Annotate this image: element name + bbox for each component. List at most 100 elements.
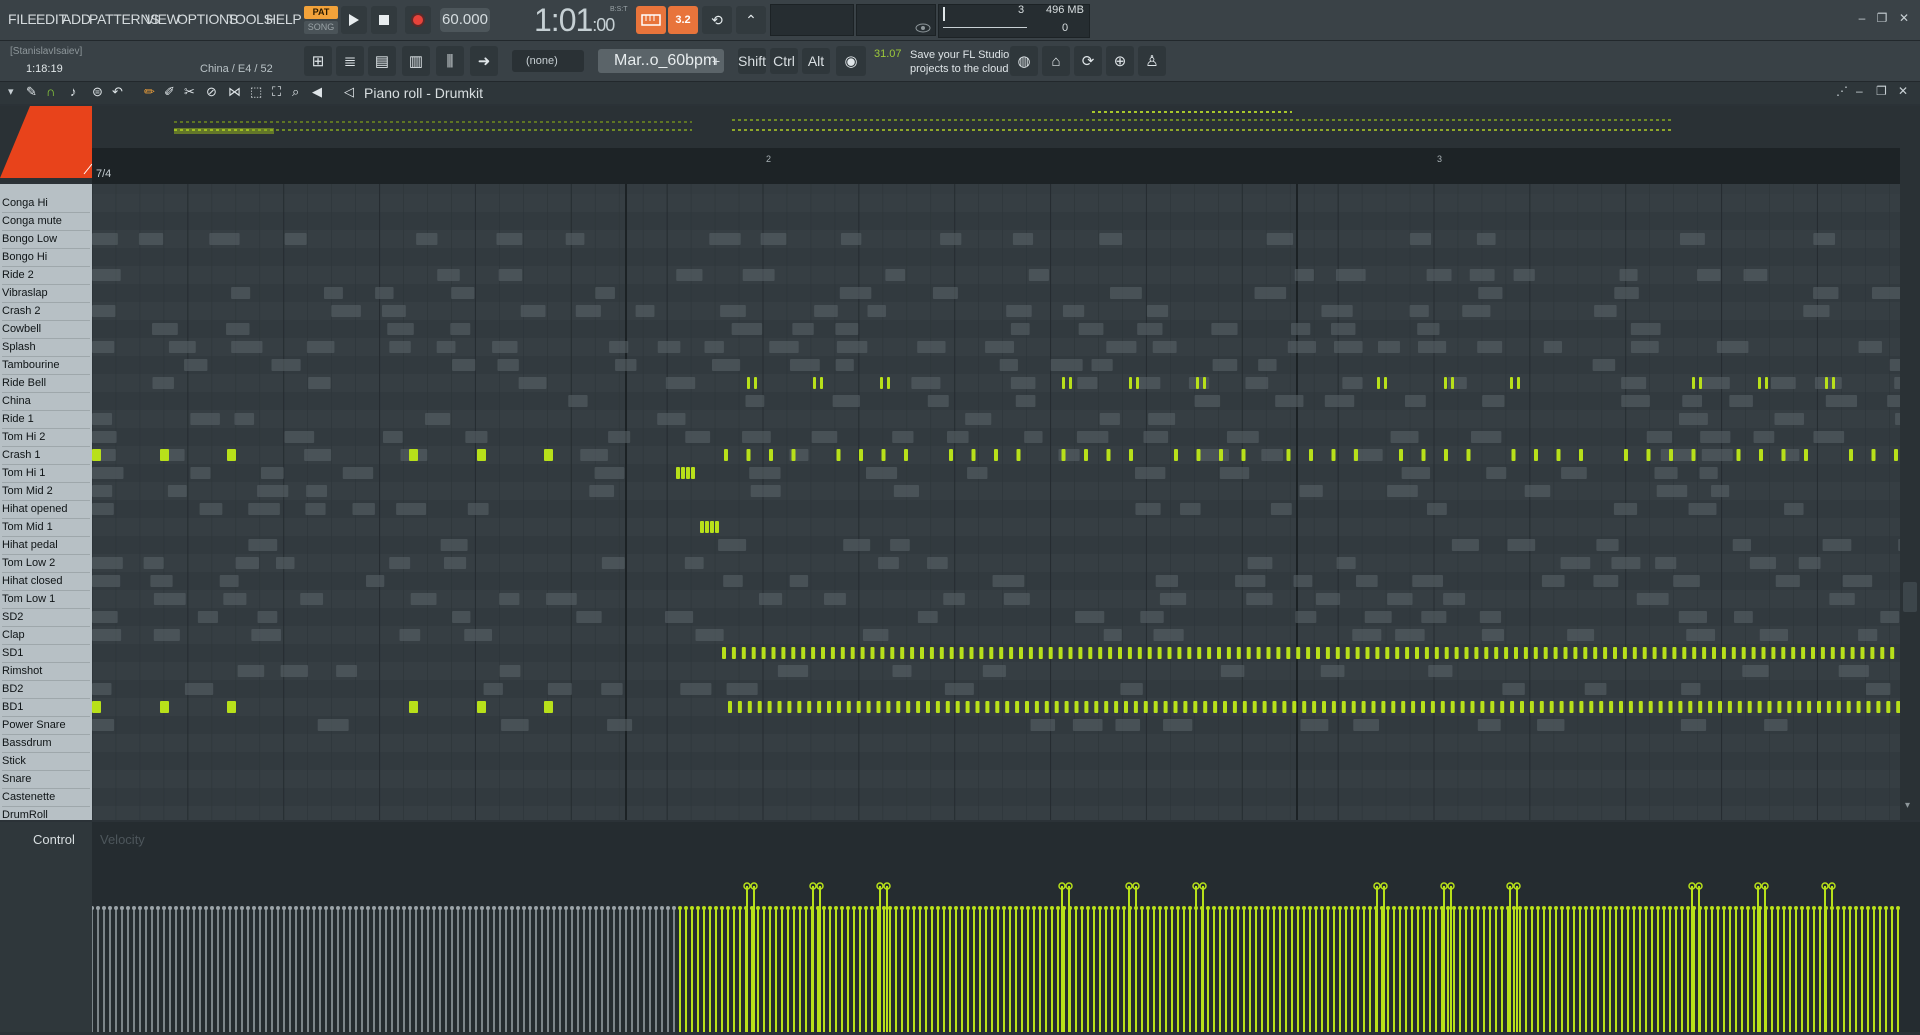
drum-key-label[interactable]: DrumRoll bbox=[2, 806, 90, 820]
pat-mode[interactable]: PAT bbox=[304, 6, 338, 19]
pencil-icon[interactable]: ✏ bbox=[144, 84, 155, 100]
menu-view[interactable]: VIEW bbox=[145, 11, 180, 27]
person-button[interactable]: ♙ bbox=[1138, 46, 1166, 76]
drum-key-label[interactable]: Tambourine bbox=[2, 356, 90, 375]
pr-restore-icon[interactable]: ❐ bbox=[1876, 84, 1887, 98]
select-icon[interactable]: ⬚ bbox=[250, 84, 262, 100]
tempo-display[interactable]: 60.000 bbox=[440, 8, 490, 32]
pr-minimize-icon[interactable]: – bbox=[1856, 84, 1863, 98]
drum-key-label[interactable]: Crash 1 bbox=[2, 446, 90, 465]
record-button[interactable] bbox=[405, 6, 431, 34]
song-position-display[interactable]: 1:01:00 bbox=[534, 2, 615, 39]
drum-key-label[interactable]: Castenette bbox=[2, 788, 90, 807]
hat-button[interactable]: ⌂ bbox=[1042, 46, 1070, 76]
drum-key-label[interactable]: BD1 bbox=[2, 698, 90, 717]
menu-help[interactable]: HELP bbox=[266, 11, 302, 27]
shift-key-button[interactable]: Shift bbox=[738, 48, 766, 74]
drum-key-label[interactable]: Bongo Low bbox=[2, 230, 90, 249]
slice-icon[interactable]: ⋈ bbox=[228, 84, 241, 100]
channel-rack-button[interactable]: ▥ bbox=[402, 46, 430, 76]
undo-icon[interactable]: ↶ bbox=[112, 84, 123, 100]
magnet-icon[interactable]: ∩ bbox=[46, 84, 55, 99]
add-pattern-button[interactable]: + bbox=[712, 49, 726, 73]
metronome-button[interactable]: ⌃ bbox=[736, 6, 766, 34]
drum-key-label[interactable]: Tom Low 2 bbox=[2, 554, 90, 573]
drum-key-label[interactable]: Bongo Hi bbox=[2, 248, 90, 267]
speaker-icon[interactable]: ◁ bbox=[344, 84, 354, 100]
delete-icon[interactable]: ✂ bbox=[184, 84, 195, 100]
drum-key-label[interactable]: Rimshot bbox=[2, 662, 90, 681]
song-mode[interactable]: SONG bbox=[304, 21, 338, 34]
globe-button[interactable]: ◍ bbox=[1010, 46, 1038, 76]
pat-song-toggle[interactable]: PAT SONG bbox=[304, 6, 338, 34]
plugin-picker-button[interactable]: ➜ bbox=[470, 46, 498, 76]
scroll-thumb[interactable] bbox=[1903, 582, 1917, 612]
pr-close-icon[interactable]: ✕ bbox=[1898, 84, 1908, 98]
news-text[interactable]: Save your FL Studio projects to the clou… bbox=[910, 48, 1010, 76]
minimize-button[interactable]: – bbox=[1854, 10, 1870, 26]
control-selector[interactable]: Control bbox=[33, 832, 75, 847]
play-button[interactable] bbox=[341, 6, 367, 34]
restore-button[interactable]: ❐ bbox=[1874, 10, 1890, 26]
drum-key-label[interactable]: Stick bbox=[2, 752, 90, 771]
velocity-lane[interactable] bbox=[90, 832, 1900, 1032]
news-button[interactable]: ◉ bbox=[836, 46, 866, 76]
pattern-overview[interactable] bbox=[92, 106, 1902, 148]
drum-key-label[interactable]: Tom Mid 1 bbox=[2, 518, 90, 537]
drum-key-label[interactable]: Tom Hi 2 bbox=[2, 428, 90, 447]
cpu-meter-button[interactable]: ⟳ bbox=[1074, 46, 1102, 76]
ctrl-key-button[interactable]: Ctrl bbox=[770, 48, 798, 74]
drum-key-label[interactable]: Cowbell bbox=[2, 320, 90, 339]
zoom-icon[interactable]: ⌕ bbox=[292, 84, 299, 100]
drum-key-label[interactable]: Snare bbox=[2, 770, 90, 789]
zoom-select-icon[interactable]: ⛶ bbox=[272, 84, 281, 100]
drum-key-label[interactable]: China bbox=[2, 392, 90, 411]
drum-key-label[interactable]: Tom Low 1 bbox=[2, 590, 90, 609]
pitch-button[interactable]: ⊕ bbox=[1106, 46, 1134, 76]
drum-key-label[interactable]: Tom Mid 2 bbox=[2, 482, 90, 501]
close-button[interactable]: ✕ bbox=[1896, 10, 1912, 26]
step-edit-button[interactable]: 3.2 bbox=[668, 6, 698, 34]
drum-key-label[interactable]: Conga mute bbox=[2, 212, 90, 231]
mute-icon[interactable]: ⊘ bbox=[206, 84, 217, 100]
stamp-icon[interactable]: ⊜ bbox=[92, 84, 103, 100]
scroll-down-icon[interactable]: ▾ bbox=[1905, 800, 1910, 811]
snap-lines-icon[interactable]: ⋰ bbox=[1836, 84, 1848, 98]
playback-icon[interactable]: ◀ bbox=[312, 84, 322, 100]
drum-key-label[interactable]: Hihat pedal bbox=[2, 536, 90, 555]
drum-key-label[interactable]: Ride Bell bbox=[2, 374, 90, 393]
vertical-scrollbar[interactable]: ▾ bbox=[1900, 106, 1920, 820]
drum-key-label[interactable]: Hihat closed bbox=[2, 572, 90, 591]
drum-key-label[interactable]: Crash 2 bbox=[2, 302, 90, 321]
alt-key-button[interactable]: Alt bbox=[802, 48, 830, 74]
piano-roll-title[interactable]: Piano roll - Drumkit bbox=[364, 85, 483, 101]
pattern-name[interactable]: Mar..o_60bpm bbox=[614, 49, 716, 73]
stop-button[interactable] bbox=[371, 6, 397, 34]
browser-button[interactable]: ⫼ bbox=[436, 46, 464, 76]
note-icon[interactable]: ♪ bbox=[70, 84, 77, 99]
drum-key-label[interactable]: Bassdrum bbox=[2, 734, 90, 753]
drum-key-label[interactable]: SD1 bbox=[2, 644, 90, 663]
drum-key-label[interactable]: Tom Hi 1 bbox=[2, 464, 90, 483]
mixer-button[interactable]: ≣ bbox=[336, 46, 364, 76]
drum-key-label[interactable]: Power Snare bbox=[2, 716, 90, 735]
drum-key-label[interactable]: Hihat opened bbox=[2, 500, 90, 519]
drum-key-label[interactable]: Conga Hi bbox=[2, 194, 90, 213]
playlist-button[interactable]: ⊞ bbox=[304, 46, 332, 76]
menu-add[interactable]: ADD bbox=[62, 11, 91, 27]
loop-record-button[interactable]: ⟲ bbox=[702, 6, 732, 34]
drum-key-label[interactable]: Vibraslap bbox=[2, 284, 90, 303]
piano-roll-button[interactable]: ▤ bbox=[368, 46, 396, 76]
drum-key-label[interactable]: Ride 1 bbox=[2, 410, 90, 429]
typing-keyboard-button[interactable] bbox=[636, 6, 666, 34]
options-arrow-icon[interactable]: ▾ bbox=[8, 85, 14, 98]
menu-file[interactable]: FILE bbox=[8, 11, 37, 27]
timeline-ruler[interactable] bbox=[92, 148, 1902, 184]
note-grid[interactable] bbox=[92, 184, 1900, 820]
drum-key-label[interactable]: SD2 bbox=[2, 608, 90, 627]
drum-key-label[interactable]: Splash bbox=[2, 338, 90, 357]
wrench-icon[interactable]: ✎ bbox=[26, 84, 37, 100]
snap-selector[interactable]: (none) bbox=[512, 50, 584, 72]
drum-key-label[interactable]: Clap bbox=[2, 626, 90, 645]
drum-key-label[interactable]: Ride 2 bbox=[2, 266, 90, 285]
